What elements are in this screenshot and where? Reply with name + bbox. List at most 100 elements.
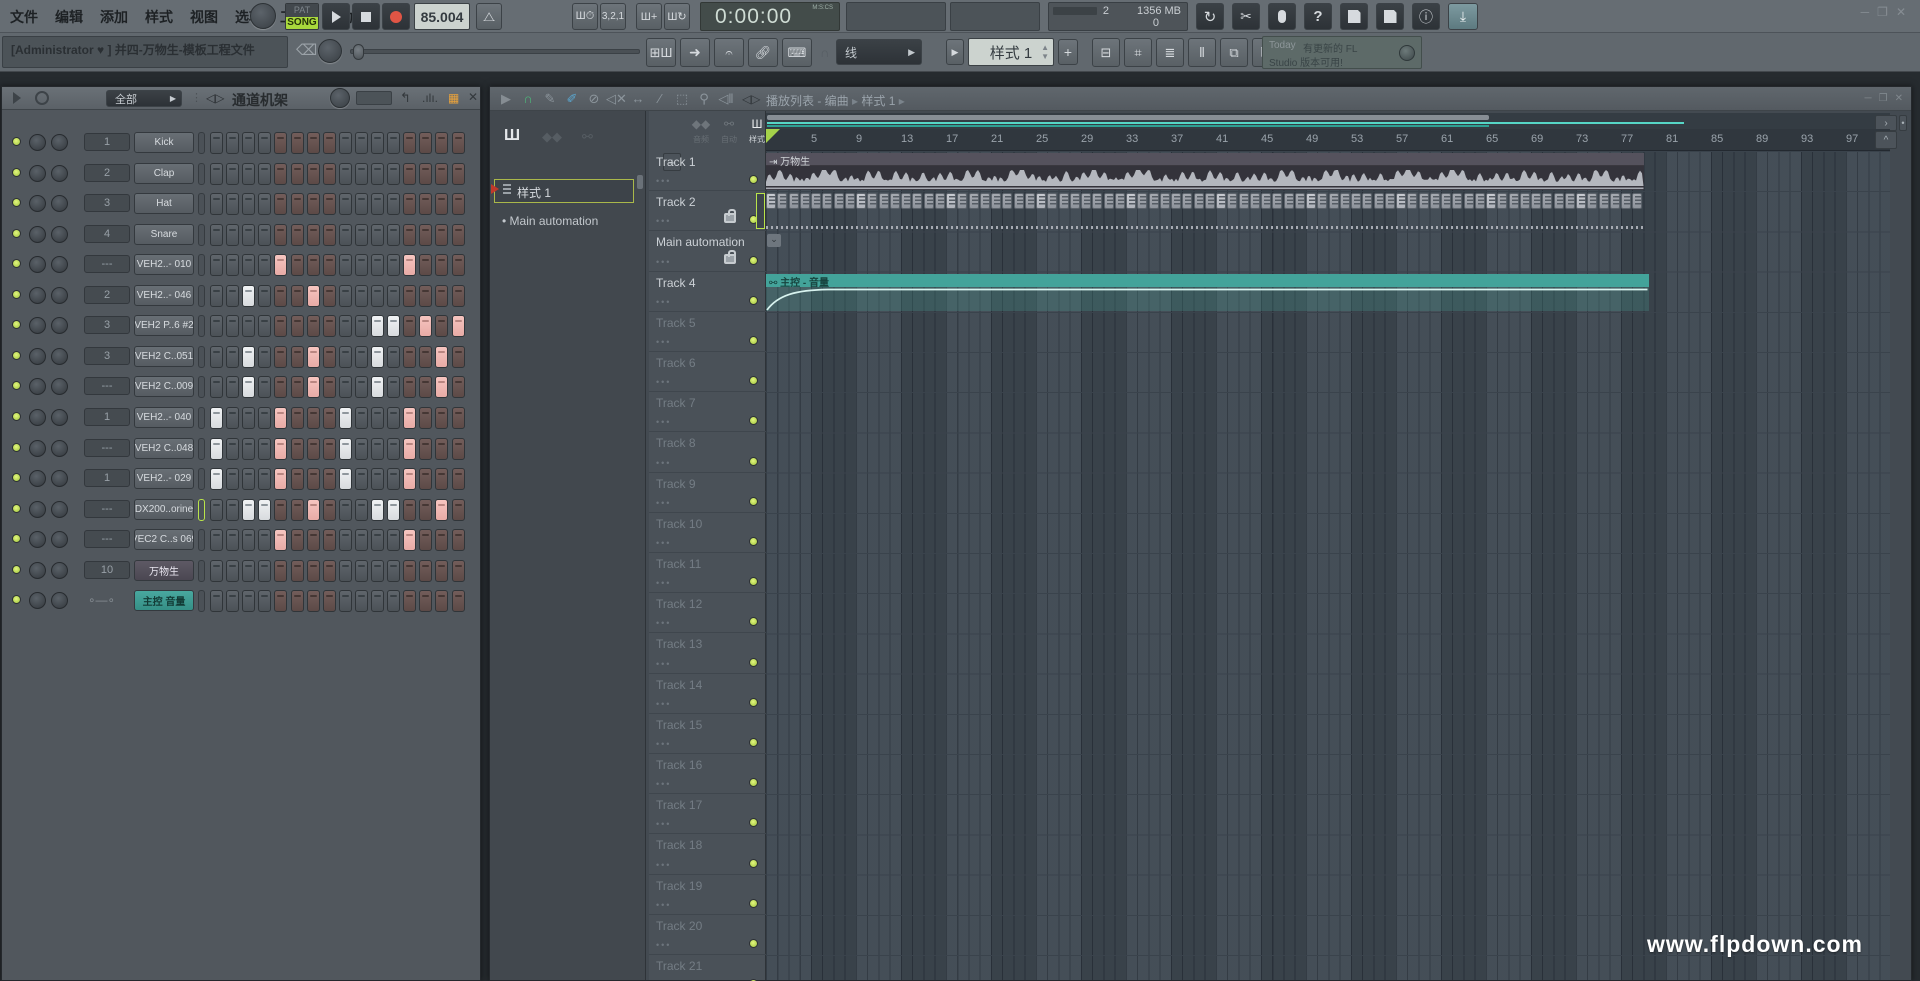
step-5[interactable] bbox=[274, 499, 287, 521]
slice-tool-button[interactable]: ✂ bbox=[1232, 3, 1260, 30]
pianoroll-toggle[interactable]: ⌗ bbox=[1124, 38, 1152, 67]
step-15[interactable] bbox=[435, 285, 448, 307]
step-5[interactable] bbox=[274, 560, 287, 582]
step-8[interactable] bbox=[323, 132, 336, 154]
track-led[interactable] bbox=[749, 698, 758, 707]
step-7[interactable] bbox=[307, 438, 320, 460]
step-16[interactable] bbox=[452, 468, 465, 490]
step-3[interactable] bbox=[242, 254, 255, 276]
track-options-dots[interactable]: ••• bbox=[656, 417, 671, 427]
pattern-clip[interactable] bbox=[1430, 193, 1440, 209]
channel-selector[interactable] bbox=[198, 499, 205, 521]
channel-button[interactable]: 万物生 bbox=[134, 560, 194, 581]
channel-selector[interactable] bbox=[198, 560, 205, 582]
step-12[interactable] bbox=[387, 499, 400, 521]
step-8[interactable] bbox=[323, 163, 336, 185]
pattern-clip[interactable] bbox=[1160, 193, 1170, 209]
step-1[interactable] bbox=[210, 499, 223, 521]
step-12[interactable] bbox=[387, 468, 400, 490]
channel-volume-knob[interactable] bbox=[51, 256, 68, 273]
step-5[interactable] bbox=[274, 438, 287, 460]
step-5[interactable] bbox=[274, 346, 287, 368]
step-12[interactable] bbox=[387, 346, 400, 368]
channel-volume-knob[interactable] bbox=[51, 134, 68, 151]
playhead-flag-icon[interactable] bbox=[766, 129, 780, 143]
step-16[interactable] bbox=[452, 315, 465, 337]
pattern-clip[interactable] bbox=[1407, 193, 1417, 209]
step-13[interactable] bbox=[403, 132, 416, 154]
pattern-clip[interactable] bbox=[1396, 193, 1406, 209]
step-9[interactable] bbox=[339, 224, 352, 246]
channel-led[interactable] bbox=[12, 168, 21, 177]
pattern-clip[interactable] bbox=[935, 193, 945, 209]
channel-selector[interactable] bbox=[198, 590, 205, 612]
pattern-clip[interactable] bbox=[1306, 193, 1316, 209]
step-7[interactable] bbox=[307, 224, 320, 246]
typing-keyboard-button[interactable]: ⌨ bbox=[782, 38, 812, 67]
step-3[interactable] bbox=[242, 376, 255, 398]
step-13[interactable] bbox=[403, 590, 416, 612]
step-6[interactable] bbox=[291, 224, 304, 246]
step-5[interactable] bbox=[274, 376, 287, 398]
step-8[interactable] bbox=[323, 468, 336, 490]
globe-icon[interactable] bbox=[1399, 45, 1415, 61]
playlist-lanes[interactable]: ⇥ 万物生⌄⚯ 主控 - 音量 bbox=[766, 151, 1890, 980]
step-3[interactable] bbox=[242, 590, 255, 612]
track-header[interactable]: Track 9••• bbox=[649, 473, 766, 513]
step-12[interactable] bbox=[387, 224, 400, 246]
pattern-clip[interactable] bbox=[1284, 193, 1294, 209]
step-14[interactable] bbox=[419, 560, 432, 582]
track-header[interactable]: Track 15••• bbox=[649, 714, 766, 754]
step-3[interactable] bbox=[242, 468, 255, 490]
pattern-clip[interactable] bbox=[1475, 193, 1485, 209]
renew-button[interactable]: ↻ bbox=[1196, 3, 1224, 30]
pattern-clip[interactable] bbox=[901, 193, 911, 209]
pattern-clip[interactable] bbox=[1092, 193, 1102, 209]
step-7[interactable] bbox=[307, 407, 320, 429]
channel-led[interactable] bbox=[12, 504, 21, 513]
channel-target-number[interactable]: 3 bbox=[84, 316, 130, 334]
pattern-clip[interactable] bbox=[991, 193, 1001, 209]
step-12[interactable] bbox=[387, 560, 400, 582]
update-hint-panel[interactable]: Today 有更新的 FL Studio 版本可用! bbox=[1262, 36, 1422, 69]
track-header[interactable]: Track 11••• bbox=[649, 553, 766, 593]
slice-tool-icon[interactable]: ∕ bbox=[650, 91, 670, 107]
track-options-dots[interactable]: ••• bbox=[656, 176, 671, 186]
pattern-clip[interactable] bbox=[822, 193, 832, 209]
save-button[interactable] bbox=[1340, 3, 1368, 30]
pattern-clip[interactable] bbox=[1059, 193, 1069, 209]
channel-button[interactable]: 主控 音量 bbox=[134, 590, 194, 611]
mixer-toggle[interactable]: ⫴ bbox=[1188, 38, 1216, 67]
graph-editor-icon[interactable]: .ılı. bbox=[422, 91, 438, 105]
pattern-clip[interactable] bbox=[845, 193, 855, 209]
pattern-clip[interactable] bbox=[1486, 193, 1496, 209]
step-14[interactable] bbox=[419, 407, 432, 429]
track-header[interactable]: Track 4••• bbox=[649, 272, 766, 312]
step-3[interactable] bbox=[242, 132, 255, 154]
audio-tab-icon[interactable]: ◆◆ bbox=[542, 129, 562, 145]
step-9[interactable] bbox=[339, 193, 352, 215]
track-header[interactable]: Track 21••• bbox=[649, 955, 766, 981]
channel-selector[interactable] bbox=[198, 468, 205, 490]
pattern-clip[interactable] bbox=[1565, 193, 1575, 209]
step-11[interactable] bbox=[371, 438, 384, 460]
step-7[interactable] bbox=[307, 346, 320, 368]
channel-selector[interactable] bbox=[198, 285, 205, 307]
pat-label[interactable]: PAT bbox=[286, 4, 318, 17]
step-3[interactable] bbox=[242, 407, 255, 429]
step-1[interactable] bbox=[210, 407, 223, 429]
step-15[interactable] bbox=[435, 590, 448, 612]
pattern-clip[interactable] bbox=[1317, 193, 1327, 209]
rack-play-icon[interactable] bbox=[13, 92, 21, 104]
pattern-clip[interactable] bbox=[1272, 193, 1282, 209]
step-8[interactable] bbox=[323, 224, 336, 246]
pattern-clip[interactable] bbox=[1362, 193, 1372, 209]
step-8[interactable] bbox=[323, 346, 336, 368]
step-14[interactable] bbox=[419, 254, 432, 276]
step-5[interactable] bbox=[274, 224, 287, 246]
stop-button[interactable] bbox=[352, 3, 380, 30]
track-options-dots[interactable]: ••• bbox=[656, 458, 671, 468]
step-8[interactable] bbox=[323, 376, 336, 398]
step-12[interactable] bbox=[387, 132, 400, 154]
track-led[interactable] bbox=[749, 658, 758, 667]
